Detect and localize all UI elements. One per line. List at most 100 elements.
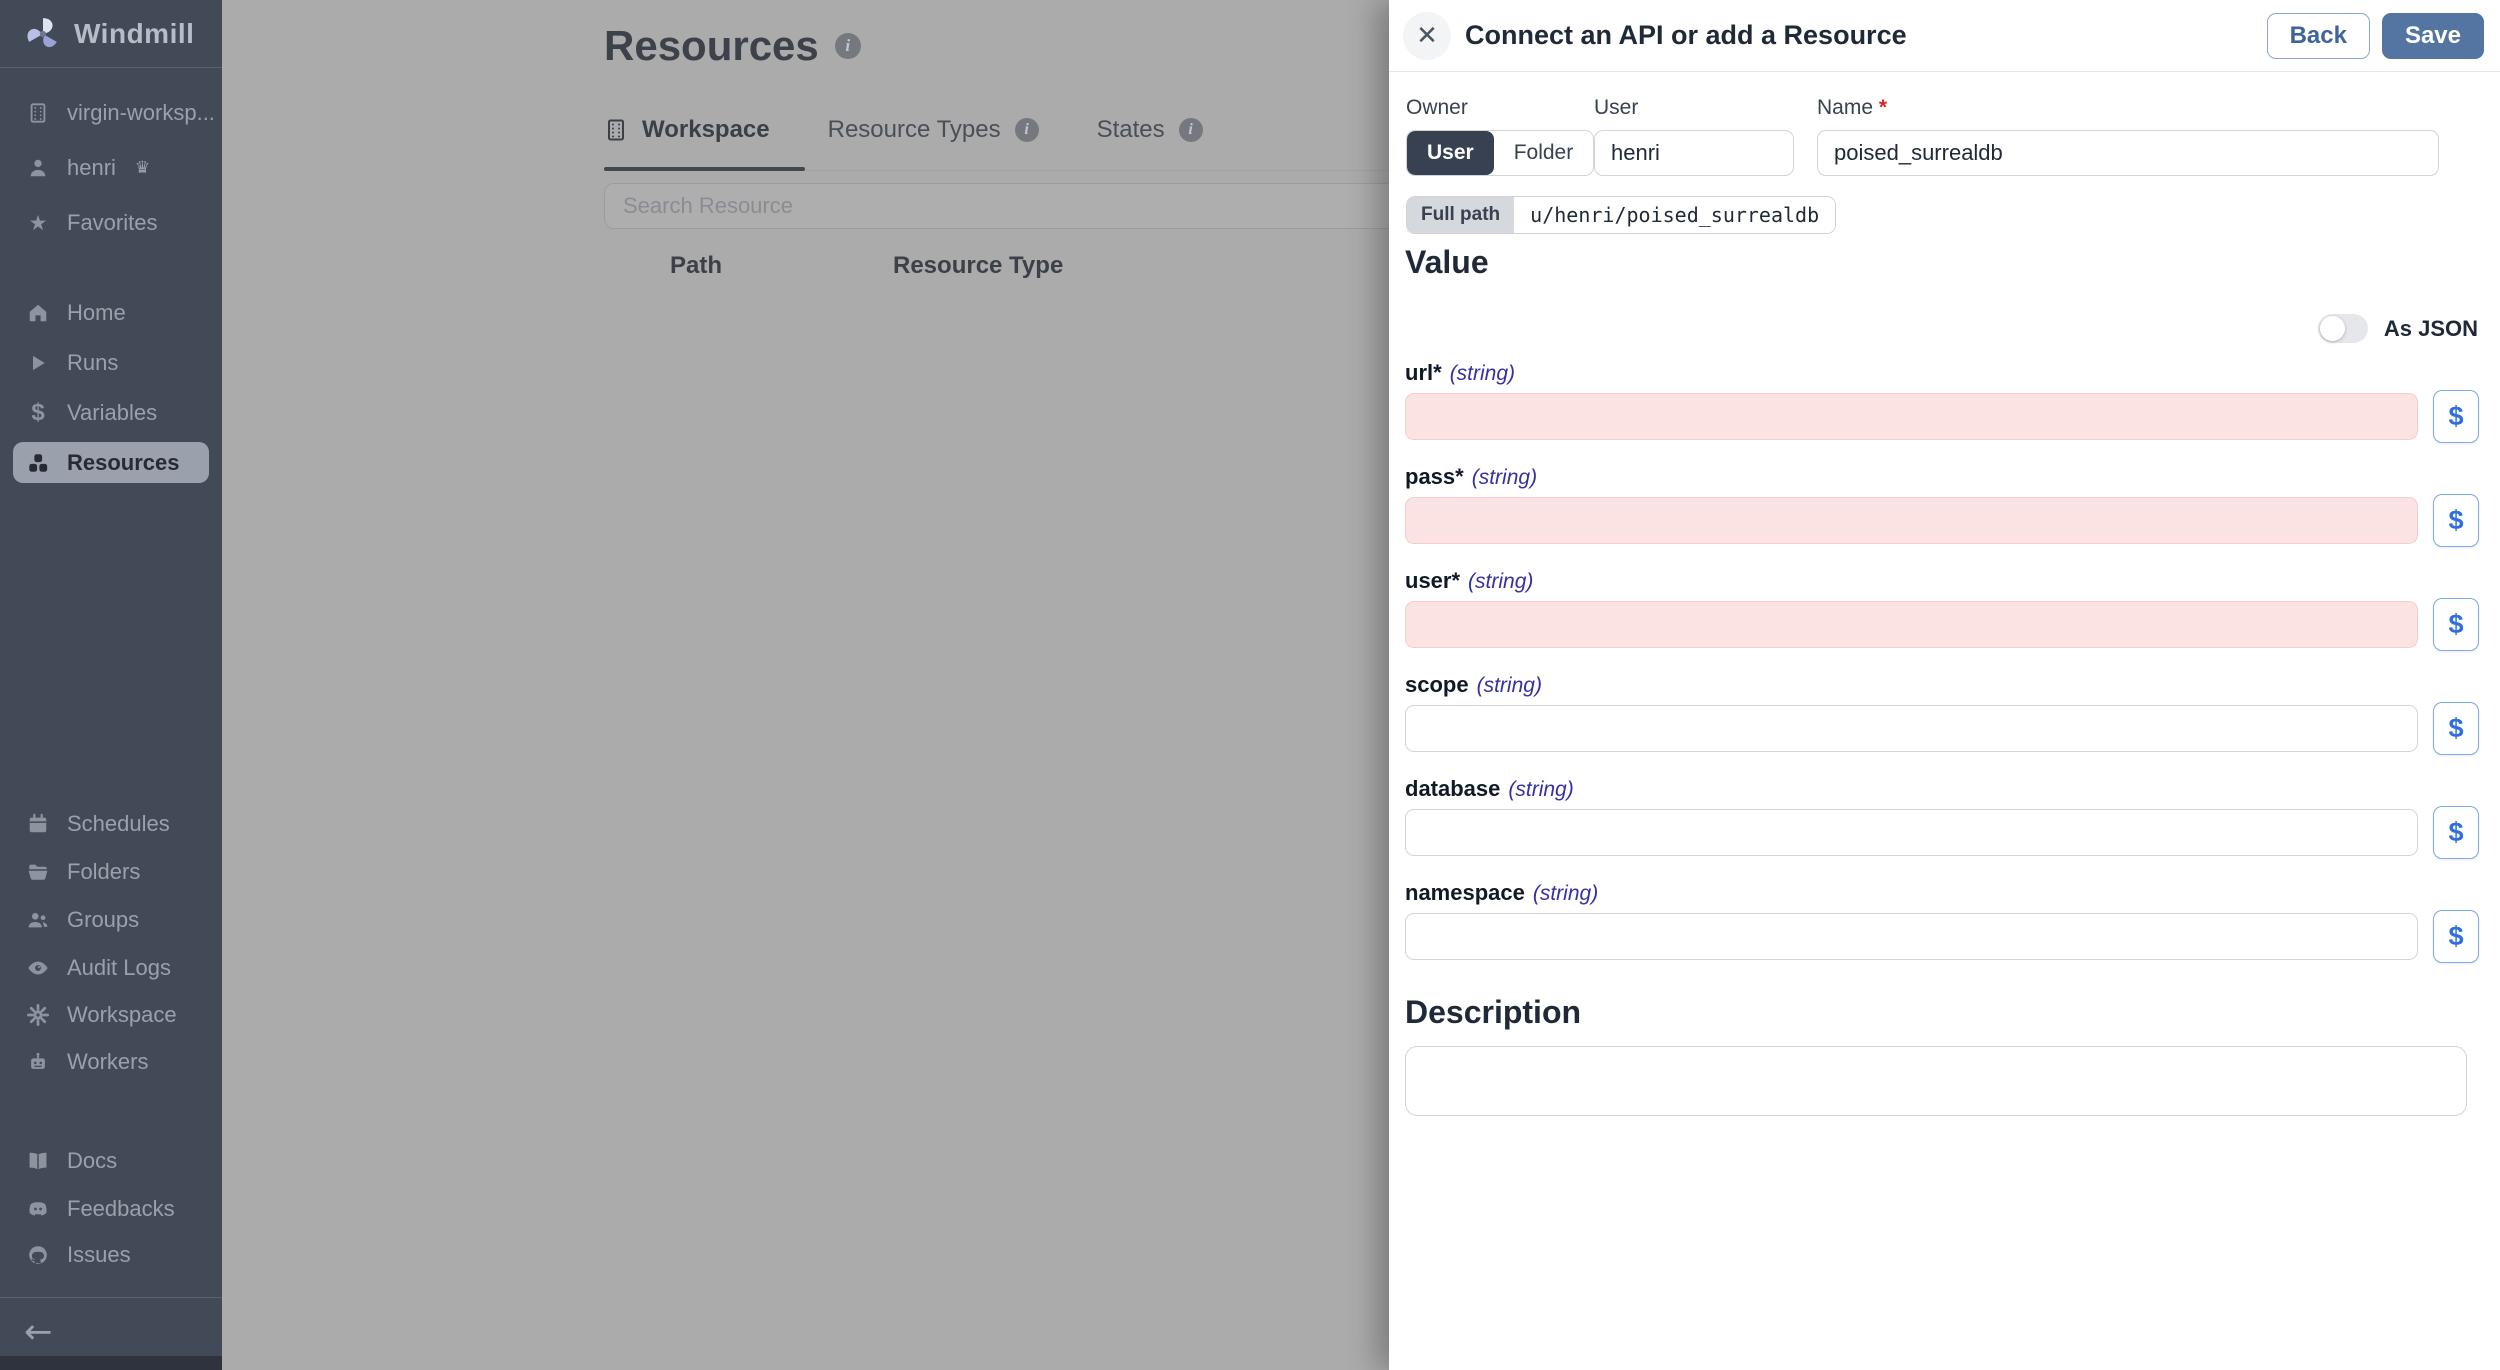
sidebar-item-schedules[interactable]: Schedules bbox=[13, 803, 209, 844]
description-textarea[interactable] bbox=[1405, 1046, 2467, 1116]
full-path: Full path u/henri/poised_surrealdb bbox=[1406, 196, 1837, 234]
close-icon[interactable]: ✕ bbox=[1403, 12, 1451, 60]
sidebar-item-workers[interactable]: Workers bbox=[13, 1041, 209, 1082]
insert-variable-button[interactable]: $ bbox=[2433, 390, 2479, 443]
field-row-database: database (string) $ bbox=[1405, 776, 2484, 876]
table-header-path: Path bbox=[670, 252, 723, 279]
save-button[interactable]: Save bbox=[2381, 13, 2484, 59]
field-row-scope: scope (string) $ bbox=[1405, 672, 2484, 772]
url-input[interactable] bbox=[1405, 393, 2418, 440]
field-type: (string) bbox=[1508, 778, 1574, 801]
nav-home-label: Home bbox=[67, 299, 126, 325]
field-row-namespace: namespace (string) $ bbox=[1405, 880, 2484, 980]
cubes-icon bbox=[26, 451, 50, 475]
app-logo[interactable]: Windmill bbox=[24, 12, 194, 56]
field-name: database bbox=[1405, 776, 1501, 801]
insert-variable-button[interactable]: $ bbox=[2433, 494, 2479, 547]
field-name: scope bbox=[1405, 672, 1469, 697]
play-icon bbox=[26, 351, 50, 375]
name-label-text: Name bbox=[1817, 96, 1874, 119]
sidebar-item-workspace-settings[interactable]: Workspace bbox=[13, 994, 209, 1035]
full-path-badge: Full path bbox=[1407, 197, 1515, 233]
sidebar-item-resources[interactable]: Resources bbox=[13, 442, 209, 483]
field-name: url bbox=[1405, 360, 1434, 385]
sidebar-item-user[interactable]: henri ♛ bbox=[13, 147, 209, 188]
nav-docs-label: Docs bbox=[67, 1147, 118, 1173]
sidebar-item-favorites[interactable]: ★ Favorites bbox=[13, 202, 209, 243]
as-json-toggle[interactable] bbox=[2317, 314, 2368, 343]
back-button[interactable]: Back bbox=[2266, 13, 2370, 59]
active-tab-underline bbox=[604, 167, 805, 171]
insert-variable-button[interactable]: $ bbox=[2433, 702, 2479, 755]
info-icon[interactable]: i bbox=[834, 33, 861, 59]
user-input[interactable] bbox=[1405, 601, 2418, 648]
required-asterisk: * bbox=[1878, 96, 1888, 119]
app-window: Windmill virgin-worksp... henri ♛ ★ Favo… bbox=[0, 0, 2500, 1370]
sidebar-item-folders[interactable]: Folders bbox=[13, 851, 209, 892]
sidebar-item-groups[interactable]: Groups bbox=[13, 899, 209, 940]
namespace-input[interactable] bbox=[1405, 913, 2418, 960]
as-json-row: As JSON bbox=[2317, 314, 2478, 343]
owner-kind-toggle: User Folder bbox=[1406, 130, 1595, 176]
owner-user-option[interactable]: User bbox=[1407, 131, 1494, 175]
pass-input[interactable] bbox=[1405, 497, 2418, 544]
field-row-url: url* (string) $ bbox=[1405, 360, 2484, 460]
tab-states[interactable]: States i bbox=[1097, 116, 1203, 166]
database-input[interactable] bbox=[1405, 809, 2418, 856]
scope-input[interactable] bbox=[1405, 705, 2418, 752]
tab-resource-types[interactable]: Resource Types i bbox=[828, 116, 1039, 166]
required-asterisk: * bbox=[1451, 568, 1461, 593]
field-type: (string) bbox=[1471, 466, 1538, 489]
owner-label: Owner bbox=[1406, 96, 1468, 119]
eye-icon bbox=[26, 956, 50, 980]
nav-workspace-label: Workspace bbox=[67, 1001, 177, 1027]
field-type: (string) bbox=[1532, 882, 1599, 905]
required-asterisk: * bbox=[1455, 464, 1464, 489]
field-name: pass bbox=[1405, 464, 1456, 489]
name-label: Name * bbox=[1817, 96, 1887, 120]
as-json-label: As JSON bbox=[2383, 315, 2478, 341]
sidebar-item-variables[interactable]: $ Variables bbox=[13, 392, 209, 433]
sidebar-divider bbox=[0, 67, 222, 68]
owner-user-input[interactable] bbox=[1594, 130, 1794, 176]
robot-icon bbox=[26, 1050, 50, 1074]
user-label: User bbox=[1594, 96, 1639, 119]
tab-workspace[interactable]: Workspace bbox=[604, 116, 770, 166]
sidebar-item-issues[interactable]: Issues bbox=[13, 1234, 209, 1275]
nav-resources-label: Resources bbox=[67, 449, 180, 475]
table-header-resource-type: Resource Type bbox=[893, 252, 1064, 279]
field-row-user: user* (string) $ bbox=[1405, 568, 2484, 668]
sidebar-item-docs[interactable]: Docs bbox=[13, 1140, 209, 1181]
page-title-row: Resources i bbox=[604, 22, 861, 70]
insert-variable-button[interactable]: $ bbox=[2433, 598, 2479, 651]
nav-workers-label: Workers bbox=[67, 1048, 149, 1074]
windmill-logo-icon bbox=[27, 18, 57, 48]
drawer-header: ✕ Connect an API or add a Resource Back … bbox=[1389, 0, 2500, 72]
nav-runs-label: Runs bbox=[67, 349, 119, 375]
insert-variable-button[interactable]: $ bbox=[2433, 806, 2479, 859]
nav-issues-label: Issues bbox=[67, 1241, 131, 1267]
nav-audit-logs-label: Audit Logs bbox=[67, 954, 171, 980]
sidebar-item-runs[interactable]: Runs bbox=[13, 342, 209, 383]
description-heading: Description bbox=[1405, 994, 1582, 1030]
book-icon bbox=[26, 1149, 50, 1173]
calendar-icon bbox=[26, 812, 50, 836]
nav-feedbacks-label: Feedbacks bbox=[67, 1195, 175, 1221]
nav-groups-label: Groups bbox=[67, 906, 140, 932]
user-name: henri bbox=[67, 154, 116, 180]
favorites-label: Favorites bbox=[67, 209, 158, 235]
nav-schedules-label: Schedules bbox=[67, 810, 170, 836]
value-section-heading: Value bbox=[1405, 244, 1489, 280]
sidebar-item-feedbacks[interactable]: Feedbacks bbox=[13, 1188, 209, 1229]
owner-folder-option[interactable]: Folder bbox=[1493, 131, 1594, 175]
sidebar-footer-strip bbox=[0, 1356, 222, 1370]
collapse-sidebar-button[interactable]: ← bbox=[24, 1312, 53, 1352]
sidebar-item-home[interactable]: Home bbox=[13, 292, 209, 333]
insert-variable-button[interactable]: $ bbox=[2433, 910, 2479, 963]
discord-icon bbox=[26, 1197, 50, 1221]
nav-folders-label: Folders bbox=[67, 858, 141, 884]
sidebar-item-audit-logs[interactable]: Audit Logs bbox=[13, 947, 209, 988]
person-icon bbox=[26, 156, 50, 180]
sidebar-item-workspace-picker[interactable]: virgin-worksp... bbox=[13, 92, 215, 133]
resource-name-input[interactable] bbox=[1817, 130, 2439, 176]
